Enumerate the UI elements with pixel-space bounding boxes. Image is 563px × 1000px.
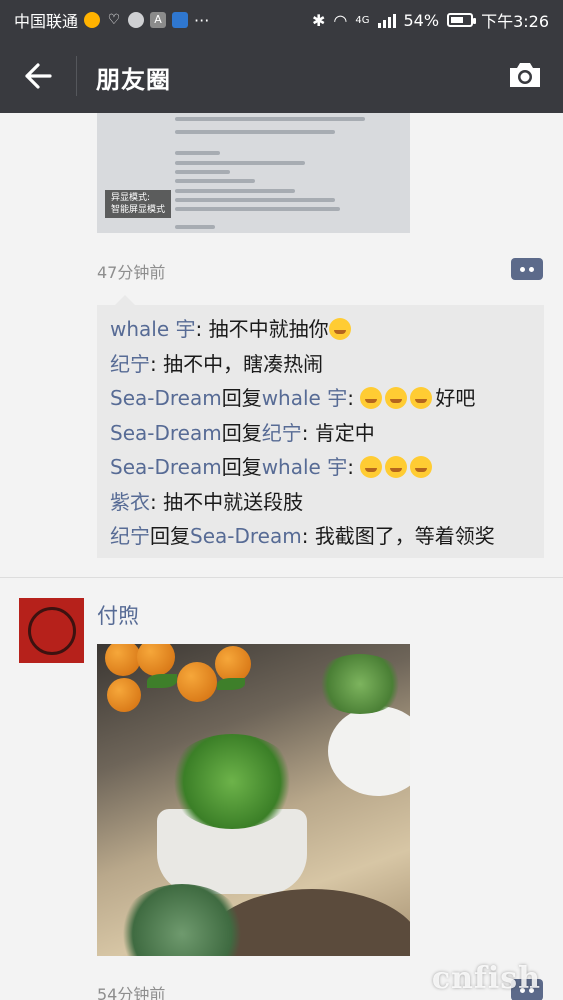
comment-text: 抽不中，瞎凑热闹 <box>163 351 324 376</box>
back-button[interactable] <box>18 56 58 96</box>
health-icon: ♡ <box>107 12 121 28</box>
comment-author[interactable]: 紫衣 <box>110 490 150 514</box>
page-title: 朋友圈 <box>96 66 171 94</box>
battery-percent: 54% <box>403 10 440 30</box>
comment-text: 肯定中 <box>314 420 375 445</box>
a-app-icon: A <box>150 12 167 28</box>
emoji-icon <box>410 387 433 409</box>
emoji-icon <box>360 387 383 409</box>
camera-icon <box>510 63 540 87</box>
seal-icon <box>27 606 76 655</box>
reply-target[interactable]: 纪宁 <box>262 421 302 445</box>
emoji-icon <box>410 456 433 478</box>
header-divider <box>76 56 77 96</box>
comment-author[interactable]: Sea-Dream <box>110 455 222 479</box>
moments-feed[interactable]: 异显模式: 智能屏显模式 47分钟前 whale 宇: 抽不中就抽你 纪宁: 抽… <box>0 113 563 1000</box>
comment-item[interactable]: Sea-Dream回复whale 宇: <box>97 450 544 485</box>
comment-sep: : <box>150 351 164 376</box>
status-right: ✱ ◠ 4G 54% 下午3:26 <box>312 8 549 32</box>
comment-author[interactable]: Sea-Dream <box>110 421 222 445</box>
message-icon <box>128 12 145 28</box>
post-image[interactable]: 异显模式: 智能屏显模式 <box>97 113 410 233</box>
comment-item[interactable]: 纪宁回复Sea-Dream: 我截图了，等着领奖 <box>97 519 544 554</box>
comment-author[interactable]: 纪宁 <box>110 524 150 548</box>
badge-line: 智能屏显模式 <box>111 205 166 215</box>
post-image[interactable] <box>97 644 410 956</box>
post-time: 54分钟前 <box>97 985 166 1000</box>
camera-button[interactable] <box>505 58 545 92</box>
reply-target[interactable]: whale 宇 <box>262 455 348 479</box>
signal-icon <box>377 12 396 28</box>
comment-list: whale 宇: 抽不中就抽你 纪宁: 抽不中，瞎凑热闹 Sea-Dream回复… <box>97 295 544 558</box>
comment-author[interactable]: whale 宇 <box>110 317 196 341</box>
dot-icon <box>529 266 534 272</box>
reply-word: 回复 <box>150 524 190 548</box>
watermark: cnfish <box>431 961 541 996</box>
status-left: 中国联通 ♡ A ··· <box>14 8 209 32</box>
clock: 下午3:26 <box>481 12 549 31</box>
emoji-icon <box>360 456 383 478</box>
avatar[interactable] <box>19 598 84 663</box>
image-mode-badge: 异显模式: 智能屏显模式 <box>105 190 172 218</box>
comment-item[interactable]: Sea-Dream回复纪宁: 肯定中 <box>97 416 544 451</box>
reply-target[interactable]: whale 宇 <box>262 386 348 410</box>
comment-item[interactable]: whale 宇: 抽不中就抽你 <box>97 312 544 347</box>
comment-sep: : <box>150 489 164 514</box>
comment-text: 抽不中就抽你 <box>208 317 329 341</box>
badge-line: 异显模式: <box>111 193 151 203</box>
wifi-icon: ◠ <box>333 10 348 30</box>
post-author[interactable]: 付煦 <box>97 600 139 630</box>
dot-icon <box>520 266 525 272</box>
comment-sep: : <box>195 317 209 341</box>
comment-text: 我截图了，等着领奖 <box>314 524 495 548</box>
post-time: 47分钟前 <box>97 263 166 282</box>
more-notifications-icon: ··· <box>194 10 210 30</box>
carrier-label: 中国联通 <box>14 12 79 31</box>
comment-item[interactable]: Sea-Dream回复whale 宇: 好吧 <box>97 381 544 416</box>
emoji-icon <box>385 387 408 409</box>
reply-target[interactable]: Sea-Dream <box>190 524 302 548</box>
comment-author[interactable]: Sea-Dream <box>110 386 222 410</box>
reply-word: 回复 <box>221 455 262 479</box>
comment-text: 好吧 <box>435 386 476 410</box>
comment-item[interactable]: 纪宁: 抽不中，瞎凑热闹 <box>97 347 544 382</box>
reply-word: 回复 <box>221 420 262 445</box>
comment-sep: : <box>347 386 361 410</box>
weather-icon <box>84 12 101 28</box>
post-divider <box>0 577 563 578</box>
emoji-icon <box>385 456 408 478</box>
comment-text: 抽不中就送段肢 <box>163 489 304 514</box>
bluetooth-icon: ✱ <box>312 10 326 30</box>
status-bar: 中国联通 ♡ A ··· ✱ ◠ 4G 54% 下午3:26 <box>0 0 563 38</box>
app-notification-icon <box>172 12 189 28</box>
app-header: 朋友圈 <box>0 38 563 113</box>
comment-sep: : <box>301 524 315 548</box>
comment-author[interactable]: 纪宁 <box>110 352 150 376</box>
emoji-icon <box>328 318 351 340</box>
battery-icon <box>447 13 477 27</box>
network-type-label: 4G <box>355 14 370 26</box>
comment-sep: : <box>301 420 315 445</box>
comment-item[interactable]: 紫衣: 抽不中就送段肢 <box>97 485 544 520</box>
reply-word: 回复 <box>221 386 262 410</box>
comment-sep: : <box>347 455 361 479</box>
comment-like-button[interactable] <box>511 258 543 280</box>
arrow-left-icon <box>25 63 52 89</box>
